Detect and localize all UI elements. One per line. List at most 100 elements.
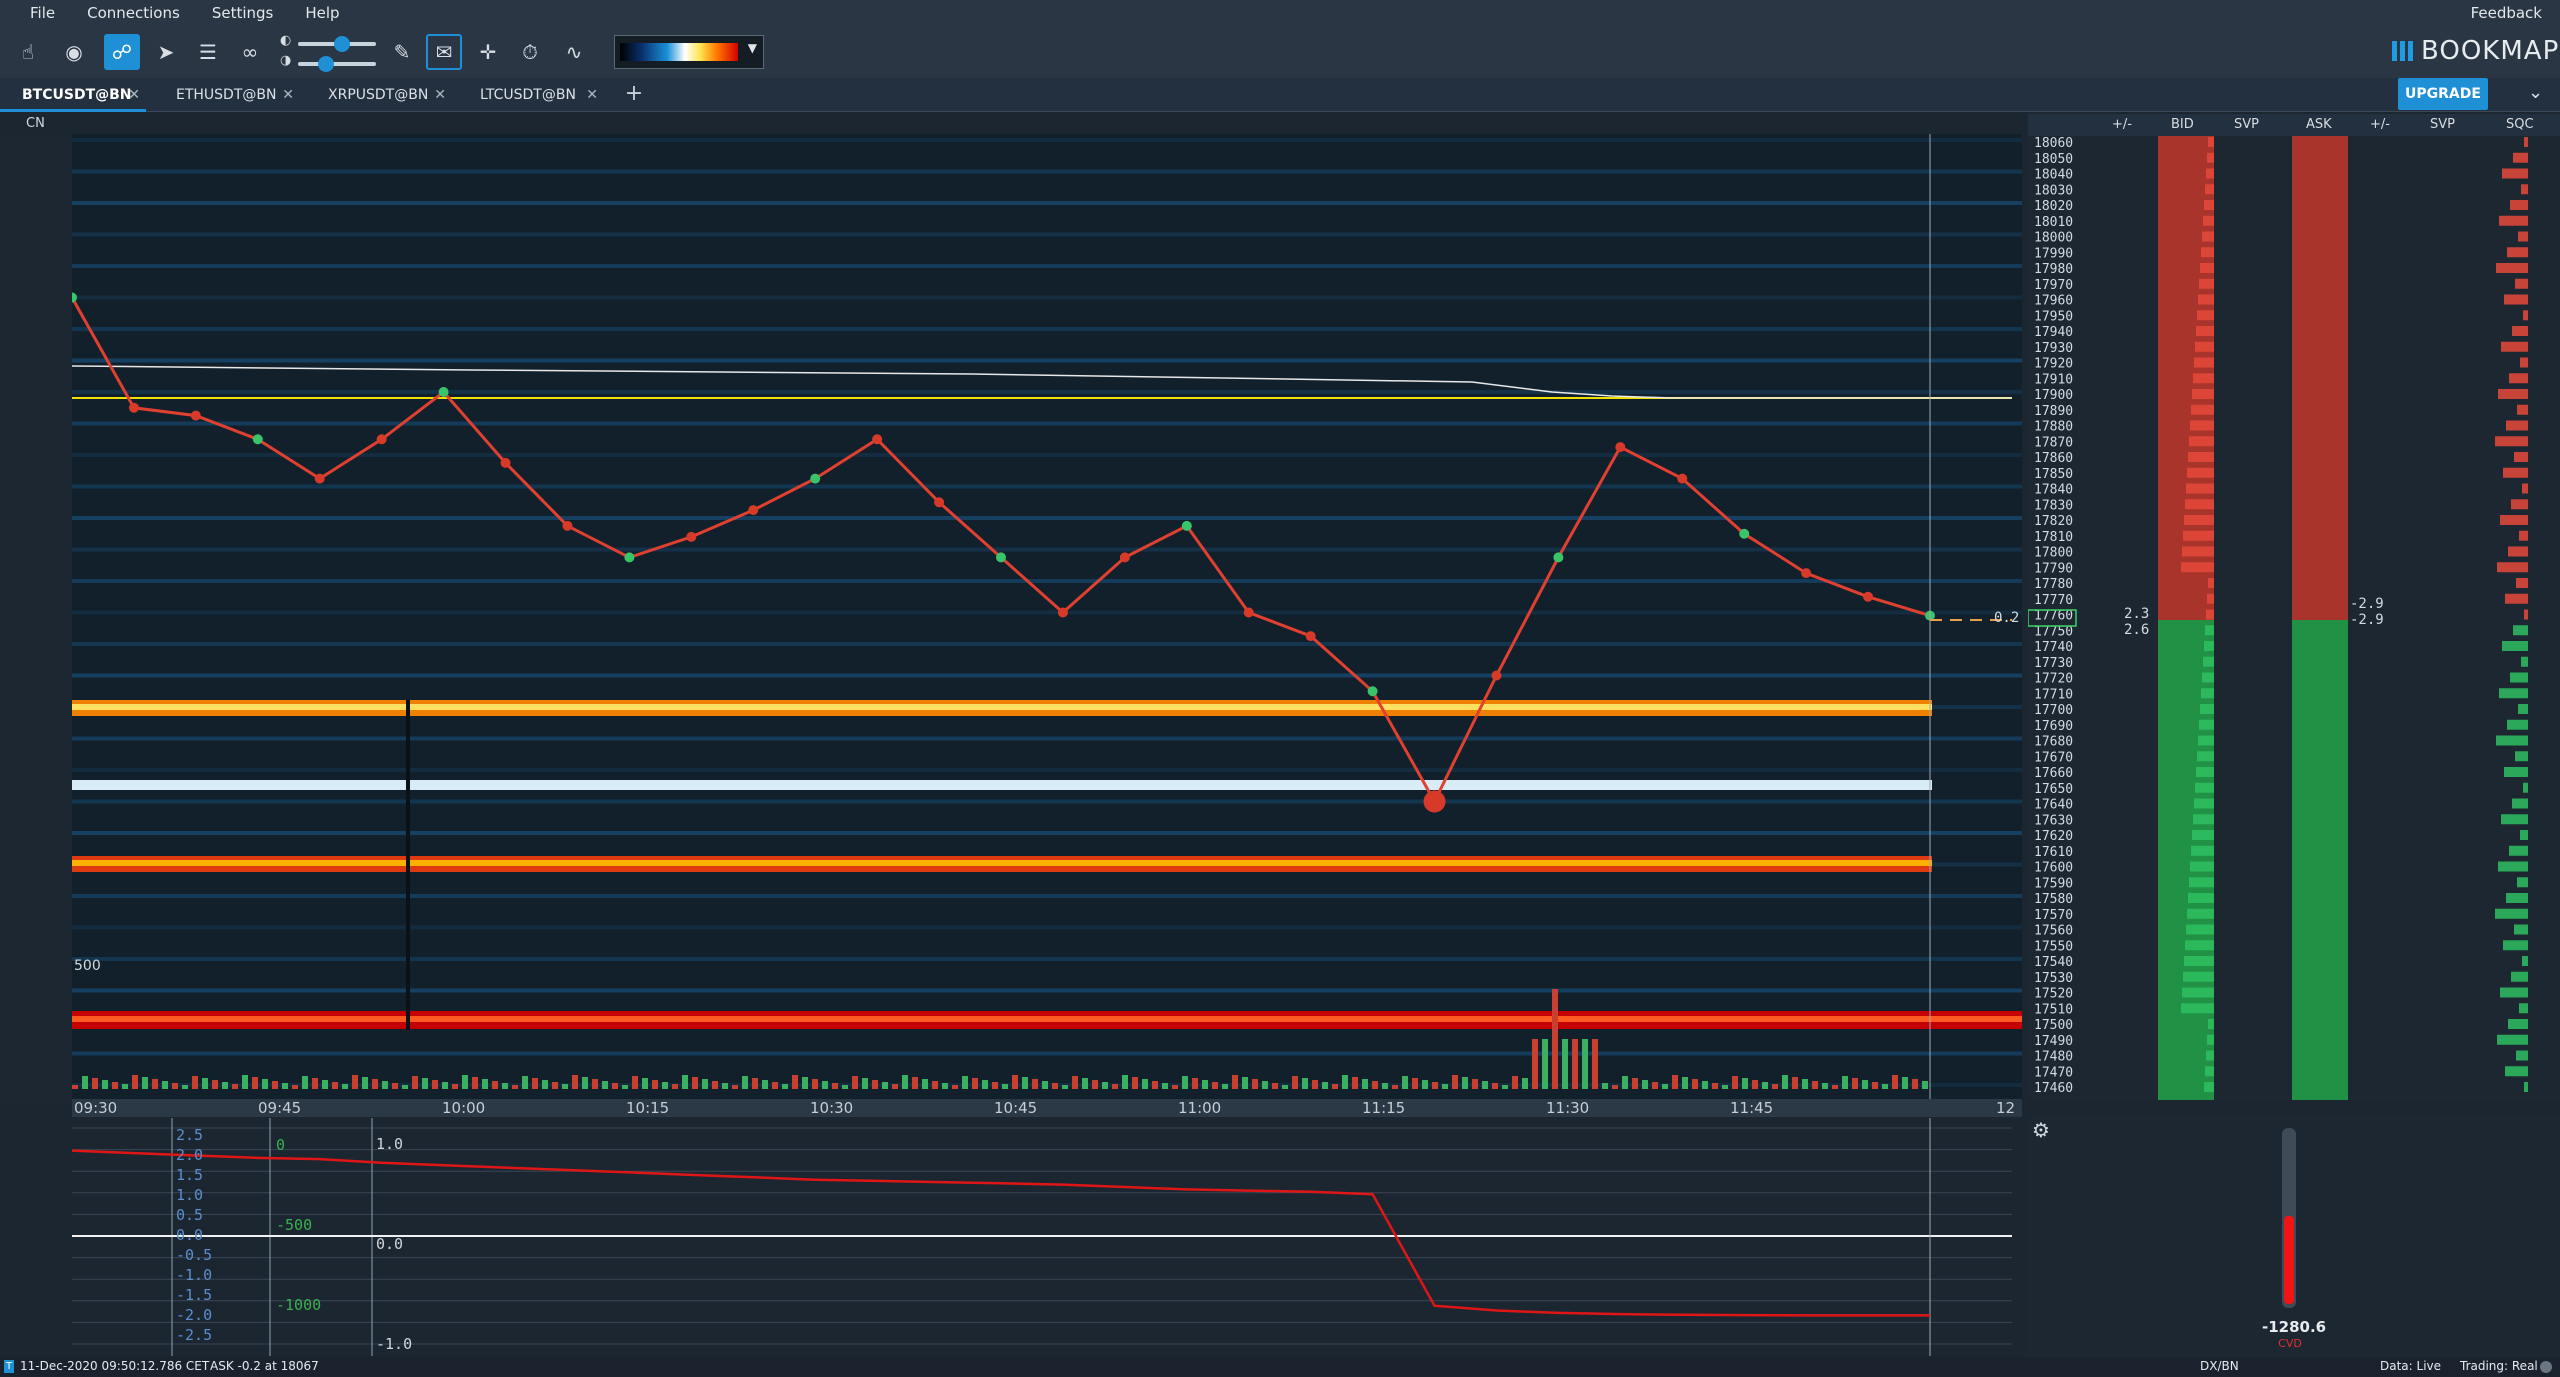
svp-bar (2206, 1050, 2214, 1061)
hand-icon[interactable]: ☝ (10, 34, 46, 70)
svp-bar (2193, 373, 2214, 384)
layers-icon[interactable]: ☰ (190, 34, 226, 70)
volume-bar (1692, 1079, 1698, 1089)
svp-bar (2196, 326, 2214, 336)
instrument-tabs: BTCUSDT@BN ✕ ETHUSDT@BN ✕ XRPUSDT@BN ✕ LTCU… (0, 78, 2560, 112)
gear-icon[interactable]: ⚙ (2032, 1118, 2050, 1142)
svp-bar (2186, 483, 2214, 494)
svp-bar-2 (2507, 719, 2528, 730)
liquidity-line (72, 642, 2022, 646)
svp-bar (2192, 830, 2214, 840)
header-delta-2[interactable]: +/- (2370, 117, 2390, 132)
liquidity-line (72, 453, 2022, 457)
tab-ethusdt[interactable]: ETHUSDT@BN ✕ (154, 78, 300, 112)
contrast-slider[interactable]: ◐ ◑ (280, 33, 380, 72)
menu-settings[interactable]: Settings (196, 0, 290, 26)
volume-bar (1022, 1077, 1028, 1089)
trade-dot (1677, 473, 1688, 484)
header-svp[interactable]: SVP (2234, 117, 2259, 132)
volume-bar (1222, 1084, 1228, 1089)
volume-bar (82, 1076, 88, 1089)
volume-bar (1272, 1083, 1278, 1089)
volume-bar (522, 1076, 528, 1089)
volume-bar (72, 1085, 78, 1089)
lower-slider-track[interactable] (298, 56, 376, 72)
price-ladder[interactable]: 1806018050180401803018020180101800017990… (2028, 136, 2560, 1100)
time-axis[interactable]: 09:30 09:45 10:00 10:15 10:30 10:45 11:00 11:15… (72, 1099, 2022, 1117)
close-icon[interactable]: ✕ (434, 78, 446, 112)
tab-ltcusdt[interactable]: LTCUSDT@BN ✕ (458, 78, 604, 112)
chart-line-icon[interactable]: ∿ (556, 34, 592, 70)
header-bid[interactable]: BID (2171, 117, 2194, 132)
bid-column-2 (2292, 620, 2348, 1100)
timer-icon[interactable]: ⏱ (512, 34, 548, 70)
lower-slider-knob[interactable] (318, 56, 334, 72)
svp-bar (2188, 893, 2214, 903)
camera-icon[interactable]: ◉ (56, 34, 92, 70)
svp-bar-2 (2521, 656, 2528, 667)
tab-xrpusdt[interactable]: XRPUSDT@BN ✕ (306, 78, 452, 112)
upgrade-button[interactable]: UPGRADE (2398, 78, 2488, 110)
cvd-chart[interactable] (72, 1118, 2022, 1356)
rocket-icon[interactable]: ➤ (148, 34, 184, 70)
cvd-axis-label-left: 2.0 (176, 1146, 204, 1164)
feedback-link[interactable]: Feedback (2471, 0, 2542, 26)
price-level-label: 18000 (2034, 231, 2073, 246)
volume-bar (682, 1075, 688, 1089)
time-label: 10:00 (442, 1099, 486, 1117)
heatmap-color-selector[interactable]: ▼ (614, 35, 764, 69)
menu-file[interactable]: File (0, 0, 71, 26)
upper-slider-track[interactable] (298, 36, 376, 52)
volume-bar (402, 1085, 408, 1089)
volume-bar (1822, 1083, 1828, 1089)
svp-bar-2 (2502, 641, 2528, 651)
close-icon[interactable]: ✕ (282, 78, 294, 112)
svp-bar-2 (2512, 798, 2528, 809)
close-icon[interactable]: ✕ (586, 78, 598, 112)
add-tab-button[interactable]: + (620, 78, 648, 112)
volume-bar (272, 1081, 278, 1089)
crosshair-icon[interactable]: ✛ (470, 34, 506, 70)
svp-bar-2 (2497, 1034, 2528, 1045)
header-delta[interactable]: +/- (2112, 117, 2132, 132)
svp-bar (2190, 861, 2214, 872)
svp-bar-2 (2502, 168, 2528, 179)
menu-connections[interactable]: Connections (71, 0, 196, 26)
chevron-down-icon[interactable]: ⌄ (2528, 82, 2543, 103)
link-icon[interactable]: ∞ (232, 34, 268, 70)
svp-bar-2 (2508, 546, 2528, 557)
svp-bar-2 (2511, 499, 2528, 510)
svp-bar-2 (2511, 971, 2528, 982)
volume-bar (1572, 1039, 1578, 1089)
tab-label: BTCUSDT@BN (22, 87, 132, 103)
volume-bar (632, 1076, 638, 1089)
volume-bar (672, 1084, 678, 1089)
volume-bar (322, 1080, 328, 1089)
volume-bar (242, 1075, 248, 1089)
price-level-label: 18050 (2034, 152, 2073, 167)
volume-bar (612, 1083, 618, 1089)
share-icon[interactable]: ☍ (104, 34, 140, 70)
heatmap-chart[interactable] (72, 134, 2022, 1099)
trade-dot (128, 402, 139, 413)
price-level-label: 17930 (2034, 341, 2073, 356)
menu-help[interactable]: Help (289, 0, 355, 26)
upper-slider-knob[interactable] (334, 36, 350, 52)
svp-bar (2194, 798, 2214, 809)
volume-bar (312, 1078, 318, 1089)
tab-btcusdt[interactable]: BTCUSDT@BN ✕ (0, 78, 146, 112)
close-icon[interactable]: ✕ (128, 78, 140, 112)
volume-bar (1612, 1085, 1618, 1089)
header-svp-2[interactable]: SVP (2430, 117, 2455, 132)
volume-bar (1862, 1080, 1868, 1089)
header-sqc[interactable]: SQC (2506, 117, 2534, 132)
header-ask[interactable]: ASK (2306, 117, 2332, 132)
pencil-icon[interactable]: ✎ (384, 34, 420, 70)
price-level-label: 17590 (2034, 876, 2073, 891)
side-value-b: 2.6 (2124, 622, 2150, 638)
liquidity-line (72, 169, 2022, 174)
liquidity-line (72, 547, 2022, 552)
svp-bar (2195, 782, 2214, 793)
chat-icon[interactable]: ✉ (426, 34, 462, 70)
volume-bar (1842, 1076, 1848, 1089)
